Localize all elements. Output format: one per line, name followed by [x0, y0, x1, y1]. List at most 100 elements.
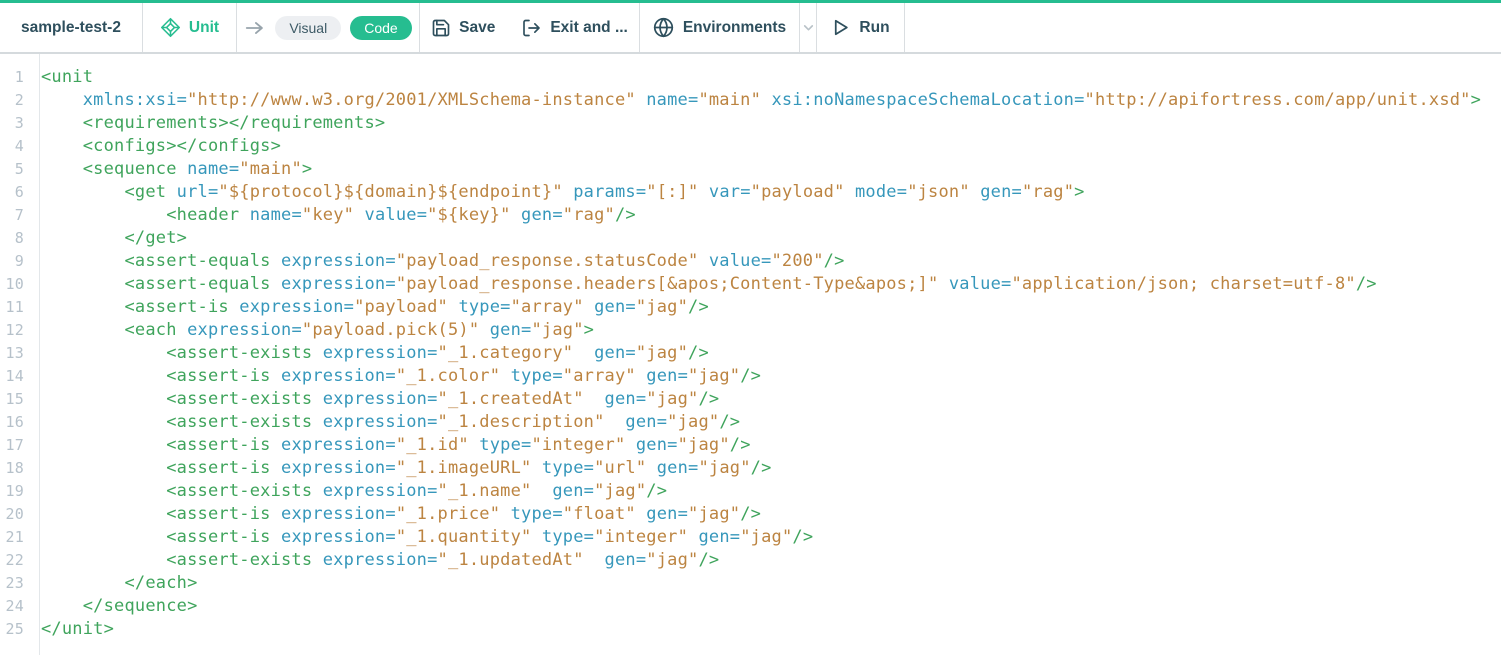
line-number: 1 [0, 66, 31, 89]
code-line[interactable]: 7 <header name="key" value="${key}" gen=… [0, 204, 1501, 227]
code-line-content: </unit> [31, 618, 114, 641]
line-number: 22 [0, 549, 31, 572]
visual-mode-button[interactable]: Visual [275, 16, 341, 40]
code-line[interactable]: 1<unit [0, 66, 1501, 89]
code-line[interactable]: 13 <assert-exists expression="_1.categor… [0, 342, 1501, 365]
code-line[interactable]: 21 <assert-is expression="_1.quantity" t… [0, 526, 1501, 549]
code-line-content: <requirements></requirements> [31, 112, 385, 135]
line-number: 23 [0, 572, 31, 595]
chevron-down-icon [802, 21, 815, 34]
line-number: 9 [0, 250, 31, 273]
code-line-content: <assert-is expression="_1.id" type="inte… [31, 434, 751, 457]
line-number: 4 [0, 135, 31, 158]
play-icon [831, 18, 850, 37]
environments-label: Environments [683, 19, 786, 37]
code-line[interactable]: 3 <requirements></requirements> [0, 112, 1501, 135]
save-icon [431, 18, 451, 38]
line-number: 7 [0, 204, 31, 227]
code-line[interactable]: 14 <assert-is expression="_1.color" type… [0, 365, 1501, 388]
code-line[interactable]: 20 <assert-is expression="_1.price" type… [0, 503, 1501, 526]
code-line[interactable]: 12 <each expression="payload.pick(5)" ge… [0, 319, 1501, 342]
line-number: 16 [0, 411, 31, 434]
code-editor[interactable]: 1<unit2 xmlns:xsi="http://www.w3.org/200… [0, 54, 1501, 655]
code-line[interactable]: 17 <assert-is expression="_1.id" type="i… [0, 434, 1501, 457]
code-line[interactable]: 15 <assert-exists expression="_1.created… [0, 388, 1501, 411]
exit-button[interactable]: Exit and ... [521, 18, 628, 38]
mode-switcher: Visual Code [237, 3, 420, 52]
code-line[interactable]: 10 <assert-equals expression="payload_re… [0, 273, 1501, 296]
unit-icon [160, 17, 181, 38]
code-line-content: xmlns:xsi="http://www.w3.org/2001/XMLSch… [31, 89, 1481, 112]
code-line[interactable]: 25</unit> [0, 618, 1501, 641]
code-line[interactable]: 11 <assert-is expression="payload" type=… [0, 296, 1501, 319]
code-line-content: <assert-exists expression="_1.category" … [31, 342, 709, 365]
line-number: 20 [0, 503, 31, 526]
code-line-content: <unit [31, 66, 93, 89]
environments-dropdown-toggle[interactable] [800, 3, 817, 52]
test-title[interactable]: sample-test-2 [0, 3, 143, 52]
code-line-content: </sequence> [31, 595, 198, 618]
line-number: 24 [0, 595, 31, 618]
file-actions: Save Exit and ... [420, 3, 640, 52]
code-line[interactable]: 5 <sequence name="main"> [0, 158, 1501, 181]
code-line-content: </get> [31, 227, 187, 250]
exit-label: Exit and ... [550, 19, 628, 37]
code-mode-button[interactable]: Code [350, 16, 411, 40]
code-line[interactable]: 9 <assert-equals expression="payload_res… [0, 250, 1501, 273]
line-number: 19 [0, 480, 31, 503]
line-number: 2 [0, 89, 31, 112]
exit-icon [521, 18, 542, 38]
run-button[interactable]: Run [817, 3, 905, 52]
environments-button[interactable]: Environments [640, 3, 800, 52]
code-line-content: <each expression="payload.pick(5)" gen="… [31, 319, 594, 342]
line-number: 21 [0, 526, 31, 549]
code-line[interactable]: 19 <assert-exists expression="_1.name" g… [0, 480, 1501, 503]
code-line-content: <assert-is expression="_1.color" type="a… [31, 365, 761, 388]
code-line-content: <assert-exists expression="_1.name" gen=… [31, 480, 667, 503]
globe-icon [653, 17, 674, 38]
code-line-content: <header name="key" value="${key}" gen="r… [31, 204, 636, 227]
line-number: 11 [0, 296, 31, 319]
line-number: 15 [0, 388, 31, 411]
line-number: 3 [0, 112, 31, 135]
line-number: 5 [0, 158, 31, 181]
test-title-label: sample-test-2 [21, 19, 121, 37]
code-line-content: <assert-is expression="_1.imageURL" type… [31, 457, 772, 480]
line-number: 6 [0, 181, 31, 204]
line-number: 10 [0, 273, 31, 296]
code-line[interactable]: 18 <assert-is expression="_1.imageURL" t… [0, 457, 1501, 480]
code-line-content: </each> [31, 572, 198, 595]
line-number: 12 [0, 319, 31, 342]
code-line[interactable]: 24 </sequence> [0, 595, 1501, 618]
code-line[interactable]: 4 <configs></configs> [0, 135, 1501, 158]
toolbar: sample-test-2 Unit Visual Code [0, 0, 1501, 54]
code-line[interactable]: 16 <assert-exists expression="_1.descrip… [0, 411, 1501, 434]
code-line-content: <assert-is expression="_1.quantity" type… [31, 526, 813, 549]
run-label: Run [859, 19, 889, 37]
code-line[interactable]: 6 <get url="${protocol}${domain}${endpoi… [0, 181, 1501, 204]
unit-label: Unit [189, 19, 219, 37]
gutter-divider [39, 54, 40, 655]
code-line[interactable]: 22 <assert-exists expression="_1.updated… [0, 549, 1501, 572]
line-number: 14 [0, 365, 31, 388]
code-line-content: <assert-exists expression="_1.createdAt"… [31, 388, 719, 411]
code-line-content: <assert-equals expression="payload_respo… [31, 250, 845, 273]
line-number: 18 [0, 457, 31, 480]
code-line[interactable]: 2 xmlns:xsi="http://www.w3.org/2001/XMLS… [0, 89, 1501, 112]
save-button[interactable]: Save [431, 18, 495, 38]
line-number: 25 [0, 618, 31, 641]
line-number: 17 [0, 434, 31, 457]
code-line-content: <assert-equals expression="payload_respo… [31, 273, 1377, 296]
code-line[interactable]: 23 </each> [0, 572, 1501, 595]
line-number: 8 [0, 227, 31, 250]
code-lines: 1<unit2 xmlns:xsi="http://www.w3.org/200… [0, 66, 1501, 641]
arrow-right-icon [244, 20, 266, 36]
save-label: Save [459, 19, 495, 37]
unit-tab[interactable]: Unit [143, 3, 237, 52]
line-number: 13 [0, 342, 31, 365]
code-line[interactable]: 8 </get> [0, 227, 1501, 250]
code-line-content: <assert-is expression="payload" type="ar… [31, 296, 709, 319]
code-line-content: <assert-exists expression="_1.updatedAt"… [31, 549, 719, 572]
code-line-content: <assert-is expression="_1.price" type="f… [31, 503, 761, 526]
code-line-content: <get url="${protocol}${domain}${endpoint… [31, 181, 1085, 204]
